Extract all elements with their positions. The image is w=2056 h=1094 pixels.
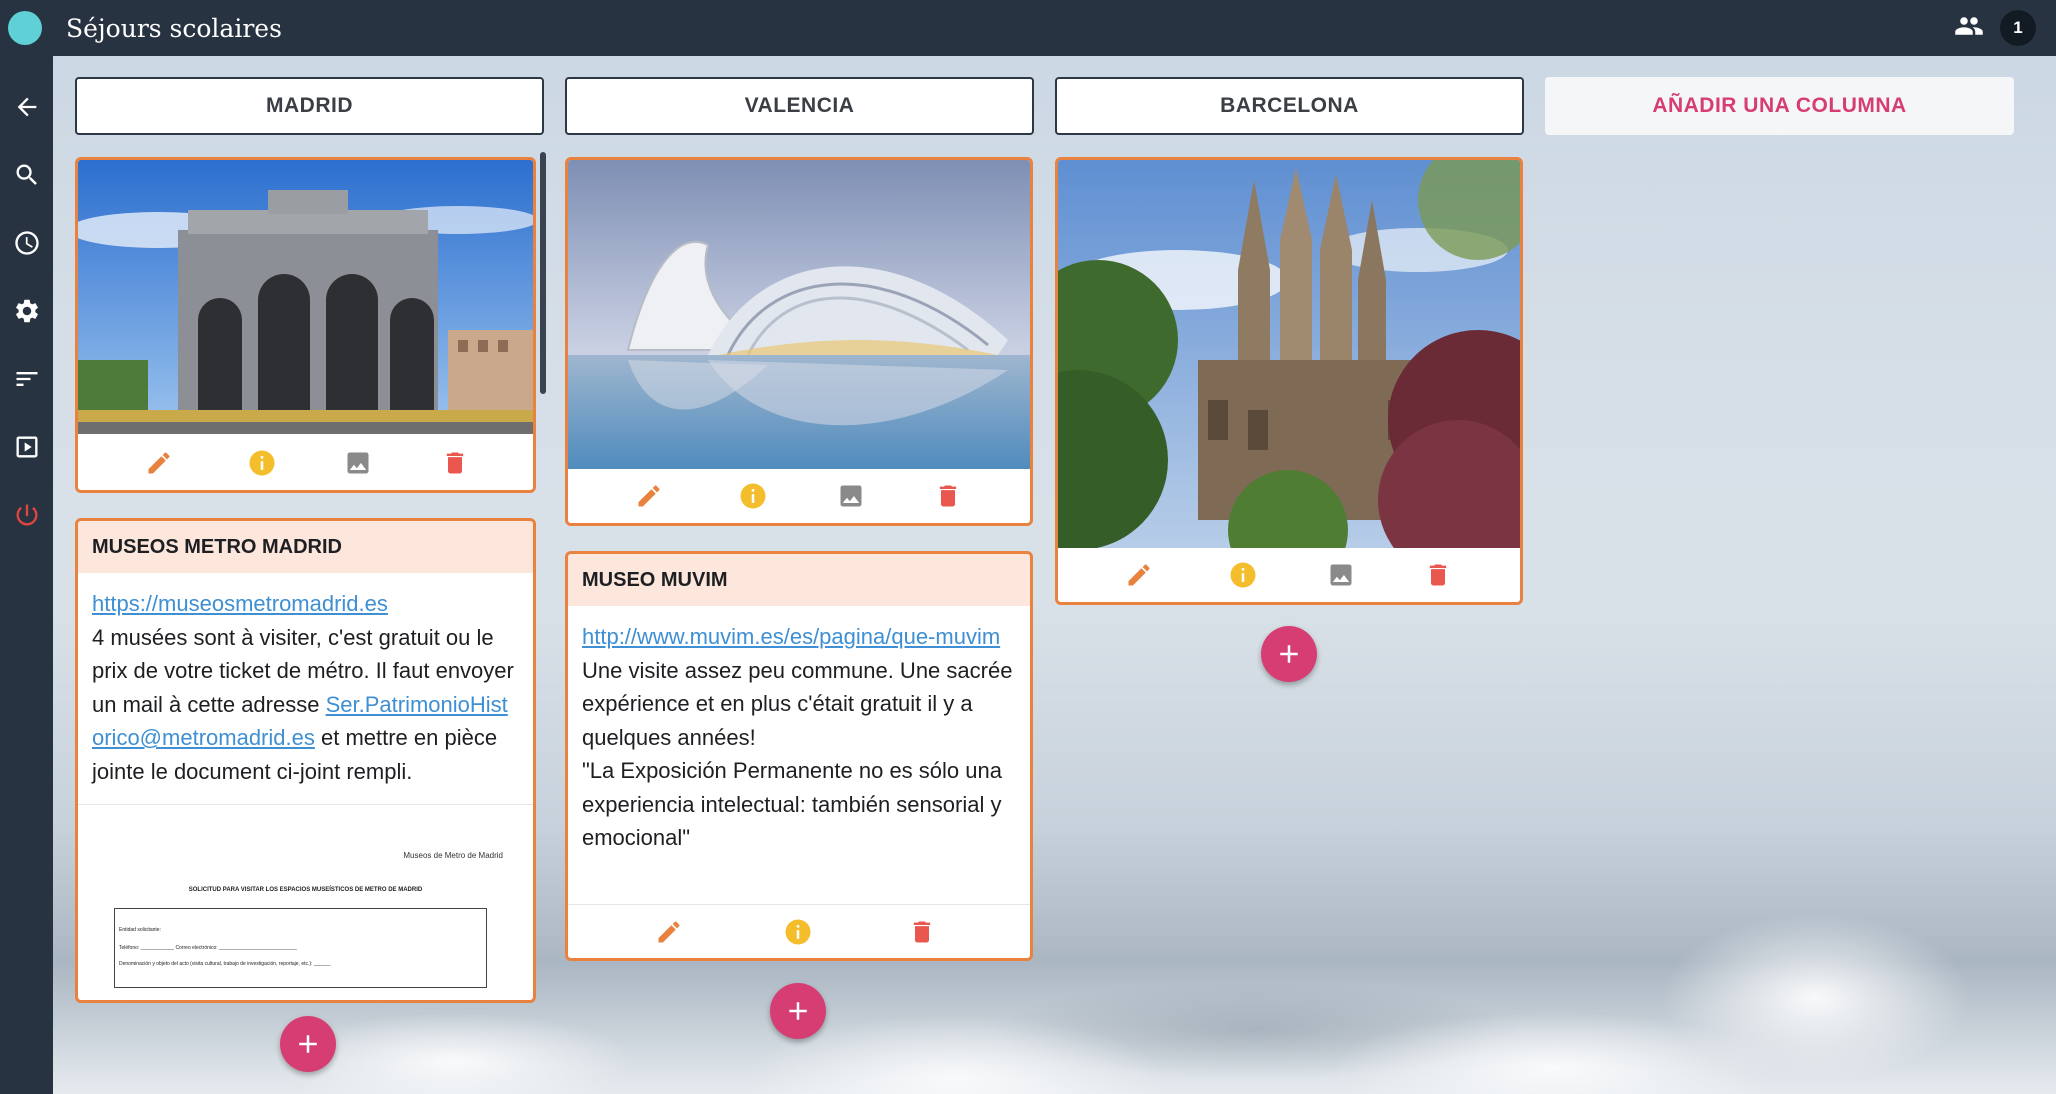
barcelona-photo — [1058, 160, 1520, 550]
add-card-button-barcelona[interactable] — [1261, 626, 1317, 682]
edit-icon[interactable] — [654, 917, 684, 947]
info-icon[interactable] — [738, 481, 768, 511]
madrid-photo — [78, 160, 533, 434]
image-icon[interactable] — [1326, 560, 1356, 590]
column-header-madrid[interactable]: MADRID — [75, 77, 544, 135]
doc-title: SOLICITUD PARA VISITAR LOS ESPACIOS MUSE… — [188, 887, 423, 893]
app-logo[interactable] — [8, 11, 42, 45]
play-box-icon[interactable] — [12, 432, 42, 462]
plus-icon — [789, 1002, 807, 1020]
delete-icon[interactable] — [440, 448, 470, 478]
user-count-badge[interactable]: 1 — [2000, 10, 2036, 46]
card-madrid-image[interactable] — [75, 157, 536, 493]
card-text-2: "La Exposición Permanente no es sólo una… — [582, 758, 1002, 850]
info-icon[interactable] — [783, 917, 813, 947]
card-link[interactable]: https://museosmetromadrid.es — [92, 591, 388, 616]
clock-icon[interactable] — [12, 228, 42, 258]
card-description: https://museosmetromadrid.es 4 musées so… — [78, 573, 533, 788]
card-museo-muvim[interactable]: MUSEO MUVIM http://www.muvim.es/es/pagin… — [565, 551, 1033, 961]
doc-header: Museos de Metro de Madrid — [403, 851, 503, 860]
add-card-button-valencia[interactable] — [770, 983, 826, 1039]
card-museos-metro-madrid[interactable]: MUSEOS METRO MADRID https://museosmetrom… — [75, 518, 536, 1003]
card-text-1: Une visite assez peu commune. Une sacrée… — [582, 657, 1013, 750]
users-icon[interactable] — [1952, 11, 1986, 46]
sort-icon[interactable] — [12, 364, 42, 394]
valencia-photo — [568, 160, 1030, 470]
sidebar — [0, 56, 53, 1094]
delete-icon[interactable] — [933, 481, 963, 511]
column-header-valencia[interactable]: VALENCIA — [565, 77, 1034, 135]
info-icon[interactable] — [247, 448, 277, 478]
column-scrollbar[interactable] — [540, 152, 546, 394]
card-link[interactable]: http://www.muvim.es/es/pagina/que-muvim — [582, 624, 1000, 649]
card-valencia-image[interactable] — [565, 157, 1033, 526]
add-card-button-madrid[interactable] — [280, 1016, 336, 1072]
card-title: MUSEO MUVIM — [568, 554, 1030, 606]
card-description: http://www.muvim.es/es/pagina/que-muvim … — [568, 606, 1030, 867]
doc-line-2: Teléfono: ____________ Correo electrónic… — [119, 945, 297, 951]
edit-icon[interactable] — [634, 481, 664, 511]
image-icon[interactable] — [343, 448, 373, 478]
doc-line-1: Entidad solicitante: — [119, 927, 161, 933]
arrow-left-icon[interactable] — [12, 92, 42, 122]
card-title: MUSEOS METRO MADRID — [78, 521, 533, 573]
column-header-barcelona[interactable]: BARCELONA — [1055, 77, 1524, 135]
gear-icon[interactable] — [12, 296, 42, 326]
delete-icon[interactable] — [907, 917, 937, 947]
info-icon[interactable] — [1228, 560, 1258, 590]
edit-icon[interactable] — [1124, 560, 1154, 590]
board-title: Séjours scolaires — [66, 13, 282, 43]
add-column-button[interactable]: AÑADIR UNA COLUMNA — [1545, 77, 2014, 135]
attached-document-preview[interactable]: Museos de Metro de Madrid SOLICITUD PARA… — [78, 805, 533, 988]
doc-line-3: Denominación y objeto del acto (visita c… — [119, 961, 331, 967]
plus-icon — [1280, 645, 1298, 663]
plus-icon — [299, 1035, 317, 1053]
card-barcelona-image[interactable] — [1055, 157, 1523, 605]
search-icon[interactable] — [12, 160, 42, 190]
power-icon[interactable] — [12, 500, 42, 530]
image-icon[interactable] — [836, 481, 866, 511]
delete-icon[interactable] — [1423, 560, 1453, 590]
edit-icon[interactable] — [144, 448, 174, 478]
top-bar: Séjours scolaires 1 — [0, 0, 2056, 56]
doc-form-box: Entidad solicitante: Teléfono: _________… — [114, 908, 487, 988]
